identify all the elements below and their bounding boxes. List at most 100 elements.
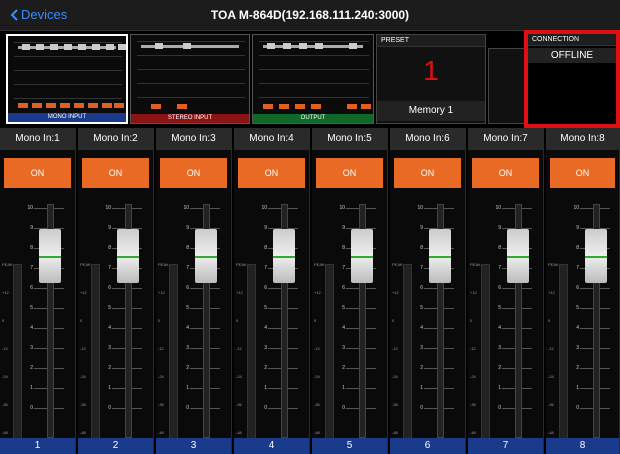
fader-scale-label: 1 <box>186 385 189 391</box>
connection-status: OFFLINE <box>528 48 616 63</box>
channel-number: 7 <box>468 438 543 454</box>
fader-scale-label: 9 <box>186 225 189 231</box>
fader-scale-label: 10 <box>261 205 267 211</box>
thumb-on-row <box>14 103 124 108</box>
fader-scale-label: 9 <box>264 225 267 231</box>
on-button[interactable]: ON <box>316 158 383 188</box>
fader-area: PEAK +12 0 -12 -24 -36 -48 10 9 8 7 6 5 … <box>234 204 309 442</box>
meter-scale-label: PEAK <box>2 262 13 267</box>
top-bar: Devices TOA M-864D(192.168.111.240:3000) <box>0 0 620 31</box>
fader-scale-label: 6 <box>420 285 423 291</box>
fader-scale-label: 9 <box>576 225 579 231</box>
fader-scale-label: 2 <box>264 365 267 371</box>
on-button[interactable]: ON <box>82 158 149 188</box>
meter-scale-label: -48 <box>470 430 476 435</box>
fader-scale-label: 5 <box>498 305 501 311</box>
fader-scale-label: 8 <box>420 245 423 251</box>
output-thumb[interactable]: OUTPUT <box>252 34 374 124</box>
fader-scale-label: 2 <box>576 365 579 371</box>
fader-scale-label: 8 <box>264 245 267 251</box>
meter-scale-label: +12 <box>158 290 165 295</box>
fader-knob[interactable] <box>117 229 139 283</box>
meter-scale-label: -24 <box>158 374 164 379</box>
channel-name: Mono In:1 <box>0 128 75 150</box>
fader-scale-label: 8 <box>108 245 111 251</box>
stereo-input-label: STEREO INPUT <box>131 114 249 123</box>
channel-name: Mono In:4 <box>234 128 309 150</box>
on-button[interactable]: ON <box>550 158 615 188</box>
meter-scale-label: -12 <box>236 346 242 351</box>
meter-scale-label: PEAK <box>80 262 91 267</box>
channel-strip: Mono In:2 ON PEAK +12 0 -12 -24 -36 -48 … <box>78 128 154 454</box>
mono-input-thumb[interactable]: MONO INPUT <box>6 34 128 124</box>
meter-scale-label: -12 <box>314 346 320 351</box>
meter-scale-label: +12 <box>470 290 477 295</box>
fader-area: PEAK +12 0 -12 -24 -36 -48 10 9 8 7 6 5 … <box>0 204 75 442</box>
fader-scale-label: 9 <box>108 225 111 231</box>
fader-scale-label: 10 <box>105 205 111 211</box>
fader-area: PEAK +12 0 -12 -24 -36 -48 10 9 8 7 6 5 … <box>468 204 543 442</box>
fader-scale-label: 7 <box>420 265 423 271</box>
meter-scale-label: -12 <box>2 346 8 351</box>
fader-scale-label: 2 <box>498 365 501 371</box>
preset-header: PRESET <box>377 35 485 47</box>
thumb-grid <box>137 41 245 111</box>
on-button[interactable]: ON <box>160 158 227 188</box>
fader-scale-label: 2 <box>420 365 423 371</box>
fader-area: PEAK +12 0 -12 -24 -36 -48 10 9 8 7 6 5 … <box>78 204 153 442</box>
fader-scale-label: 0 <box>498 405 501 411</box>
page-title: TOA M-864D(192.168.111.240:3000) <box>210 8 410 22</box>
meter-scale-label: -12 <box>548 346 554 351</box>
on-button[interactable]: ON <box>472 158 539 188</box>
fader-knob[interactable] <box>195 229 217 283</box>
fader-knob[interactable] <box>273 229 295 283</box>
meter-scale-label: -48 <box>2 430 8 435</box>
fader-scale-label: 10 <box>183 205 189 211</box>
fader-scale-label: 6 <box>342 285 345 291</box>
channel-strip: Mono In:5 ON PEAK +12 0 -12 -24 -36 -48 … <box>312 128 388 454</box>
fader-knob[interactable] <box>507 229 529 283</box>
fader-knob[interactable] <box>351 229 373 283</box>
meter-scale-label: +12 <box>236 290 243 295</box>
meter-scale-label: -24 <box>548 374 554 379</box>
fader-scale-label: 4 <box>420 325 423 331</box>
fader-area: PEAK +12 0 -12 -24 -36 -48 10 9 8 7 6 5 … <box>156 204 231 442</box>
fader-scale-label: 0 <box>420 405 423 411</box>
meter-scale-label: 0 <box>314 318 317 323</box>
meter-scale-label: -24 <box>314 374 320 379</box>
thumb-on-row <box>137 104 245 109</box>
preset-panel[interactable]: PRESET 1 Memory 1 <box>376 34 486 124</box>
fader-knob[interactable] <box>39 229 61 283</box>
meter-scale-label: 0 <box>548 318 551 323</box>
fader-scale-label: 10 <box>573 205 579 211</box>
channel-name: Mono In:3 <box>156 128 231 150</box>
meter-scale-label: -24 <box>80 374 86 379</box>
level-meter <box>169 264 178 442</box>
channel-strip: Mono In:3 ON PEAK +12 0 -12 -24 -36 -48 … <box>156 128 232 454</box>
fader-area: PEAK +12 0 -12 -24 -36 -48 10 9 8 7 6 5 … <box>546 204 619 442</box>
meter-scale-label: PEAK <box>236 262 247 267</box>
fader-scale-label: 5 <box>186 305 189 311</box>
meter-scale-label: -48 <box>314 430 320 435</box>
stereo-input-thumb[interactable]: STEREO INPUT <box>130 34 250 124</box>
meter-scale-label: +12 <box>392 290 399 295</box>
channel-name: Mono In:5 <box>312 128 387 150</box>
fader-knob[interactable] <box>585 229 607 283</box>
fader-scale-label: 6 <box>108 285 111 291</box>
fader-scale-label: 0 <box>264 405 267 411</box>
fader-scale-label: 5 <box>264 305 267 311</box>
on-button[interactable]: ON <box>238 158 305 188</box>
fader-scale-label: 4 <box>576 325 579 331</box>
fader-scale-label: 3 <box>186 345 189 351</box>
fader-scale-label: 7 <box>108 265 111 271</box>
channel-strip: Mono In:1 ON PEAK +12 0 -12 -24 -36 -48 … <box>0 128 76 454</box>
fader-scale-label: 1 <box>498 385 501 391</box>
fader-scale-label: 3 <box>342 345 345 351</box>
fader-scale-label: 6 <box>30 285 33 291</box>
on-button[interactable]: ON <box>394 158 461 188</box>
meter-scale-label: 0 <box>470 318 473 323</box>
on-button[interactable]: ON <box>4 158 71 188</box>
fader-scale-label: 2 <box>186 365 189 371</box>
fader-knob[interactable] <box>429 229 451 283</box>
meter-scale-label: -36 <box>470 402 476 407</box>
